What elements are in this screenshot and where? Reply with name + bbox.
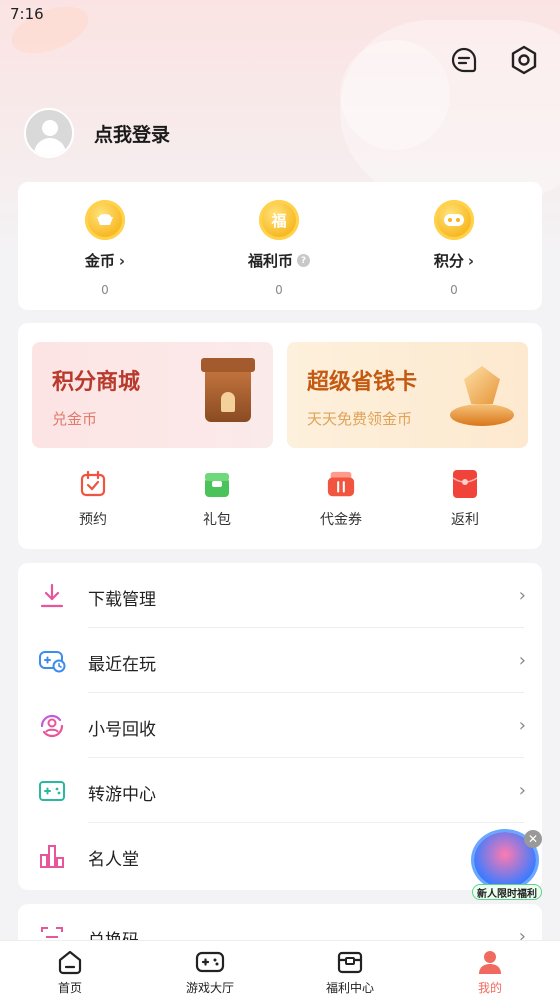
gift-icon [202,469,232,499]
newcomer-benefit-badge[interactable]: ✕ 新人限时福利 [470,830,542,902]
help-icon: ? [297,254,310,267]
points-mall-banner[interactable]: 积分商城 兑金币 [32,342,273,448]
menu-label: 名人堂 [88,850,139,870]
decoration [340,40,450,150]
menu-label: 下载管理 [88,590,156,610]
wallet-value: 0 [275,283,283,297]
quick-rebate[interactable]: 返利 [415,469,515,529]
chevron-right-icon: › [518,585,526,606]
chevron-right-icon: › [518,780,526,801]
quick-label: 返利 [451,512,479,528]
gem-icon [450,366,514,426]
settings-icon[interactable] [508,44,540,76]
transfer-game-icon [38,777,66,805]
tab-label: 游戏大厅 [185,981,234,995]
saving-card-banner[interactable]: 超级省钱卡 天天免费领金币 [287,342,528,448]
menu-label: 最近在玩 [88,655,156,675]
hall-of-fame-icon [38,842,66,870]
wallet-points[interactable]: 积分 › 0 [394,200,514,297]
banner-title: 超级省钱卡 [307,370,418,395]
gold-coin-icon [85,200,125,240]
banner-subtitle: 兑金币 [52,410,98,428]
castle-icon [201,358,255,422]
message-icon[interactable] [448,44,480,76]
gamepad-clock-icon [38,647,66,675]
chevron-right-icon: › [118,251,126,270]
tab-home[interactable]: 首页 [20,947,120,996]
tab-game-hall[interactable]: 游戏大厅 [160,947,260,996]
menu-list: 下载管理 › 最近在玩 › 小号回收 › 转游中心 › 名人堂 [18,563,542,890]
wallet-welfare-coins[interactable]: 福 福利币? 0 [219,200,339,297]
avatar[interactable] [24,108,74,158]
tab-label: 福利中心 [325,981,374,995]
account-recycle-icon [38,712,66,740]
wallet-label: 金币 › [84,251,126,271]
close-icon[interactable]: ✕ [524,830,542,848]
tab-profile[interactable]: 我的 [440,947,540,996]
profile-icon [475,947,505,977]
benefits-card: 积分商城 兑金币 超级省钱卡 天天免费领金币 预约 礼包 代金券 返利 [18,323,542,549]
voucher-icon [326,469,356,499]
chevron-right-icon: › [467,251,475,270]
wallet-label: 积分 › [433,251,475,271]
chevron-right-icon: › [518,715,526,736]
menu-item-hall-of-fame[interactable]: 名人堂 [18,823,542,888]
menu-label: 小号回收 [88,720,156,740]
wallet-gold-coins[interactable]: 金币 › 0 [45,200,165,297]
menu-item-recent[interactable]: 最近在玩 › [18,628,542,693]
quick-label: 代金券 [320,512,362,528]
red-envelope-icon [450,469,480,499]
wallet-value: 0 [101,283,109,297]
wallet-value: 0 [450,283,458,297]
tab-label: 我的 [477,981,502,995]
chevron-right-icon: › [518,650,526,671]
menu-item-recycle[interactable]: 小号回收 › [18,693,542,758]
badge-label: 新人限时福利 [472,884,542,900]
tab-welfare[interactable]: 福利中心 [300,947,400,996]
menu-item-download[interactable]: 下载管理 › [18,563,542,628]
quick-label: 预约 [79,512,107,528]
gamepad-icon [195,947,225,977]
calendar-icon [78,469,108,499]
welfare-coin-icon: 福 [259,200,299,240]
home-icon [55,947,85,977]
tab-label: 首页 [57,981,82,995]
menu-item-transfer[interactable]: 转游中心 › [18,758,542,823]
menu-label: 转游中心 [88,785,156,805]
bottom-tab-bar: 首页 游戏大厅 福利中心 我的 [0,940,560,996]
points-icon [434,200,474,240]
wallet-card: 金币 › 0 福 福利币? 0 积分 › 0 [18,182,542,310]
quick-gift[interactable]: 礼包 [167,469,267,529]
welfare-icon [335,947,365,977]
quick-reservation[interactable]: 预约 [43,469,143,529]
quick-voucher[interactable]: 代金券 [291,469,391,529]
banner-title: 积分商城 [52,370,141,395]
login-link[interactable]: 点我登录 [94,120,170,147]
status-time: 7:16 [10,5,44,23]
download-icon [38,582,66,610]
quick-label: 礼包 [203,512,231,528]
banner-subtitle: 天天免费领金币 [307,410,413,428]
wallet-label: 福利币? [219,250,339,271]
